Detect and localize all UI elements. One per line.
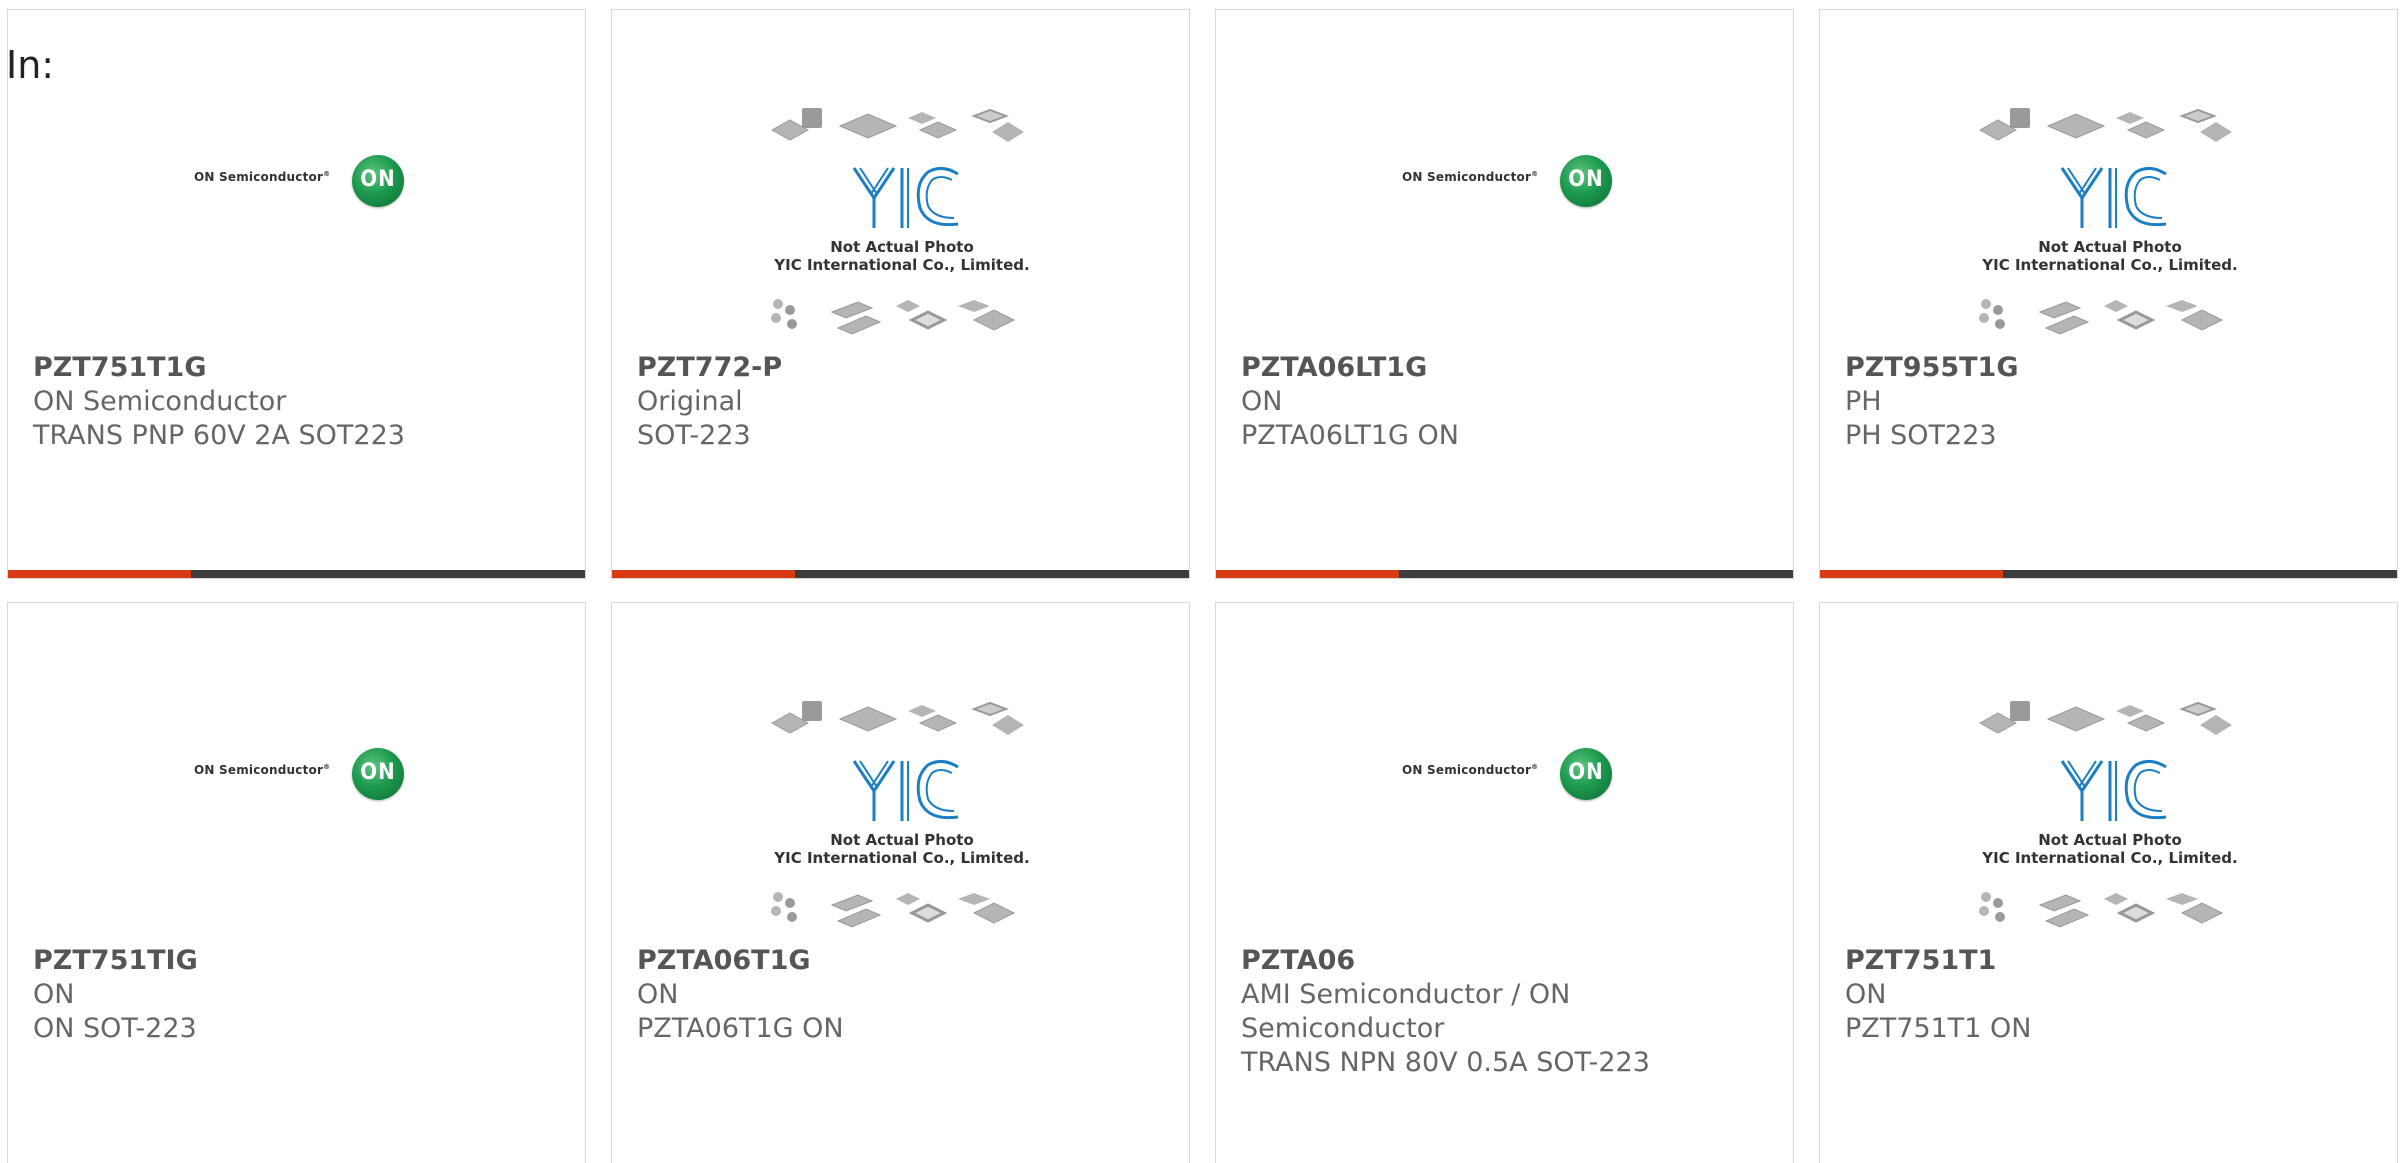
yic-logo-icon	[2060, 760, 2167, 821]
product-info: PZTA06 AMI Semiconductor / ON Semiconduc…	[1241, 944, 1761, 1080]
product-brand: ON	[1845, 979, 1887, 1010]
filter-in-label: In:	[6, 43, 55, 87]
product-part-number[interactable]: PZTA06LT1G	[1241, 351, 1761, 385]
product-description: PZT751T1 ON	[1845, 1013, 2032, 1044]
product-part-number[interactable]: PZTA06	[1241, 944, 1761, 978]
product-description: ON SOT-223	[33, 1013, 197, 1044]
product-image[interactable]: Not Actual Photo YIC International Co., L…	[1820, 10, 2397, 350]
card-bottom-bar	[1820, 570, 2397, 578]
product-card[interactable]: Not Actual Photo YIC International Co., L…	[611, 602, 1190, 1163]
product-brand: ON	[1241, 386, 1283, 417]
on-logo-badge: ON	[352, 155, 404, 207]
yic-placeholder-image: Not Actual Photo YIC International Co., L…	[762, 693, 1042, 933]
product-image[interactable]: ON Semiconductor® ON	[8, 603, 585, 943]
product-part-number[interactable]: PZT772-P	[637, 351, 1157, 385]
product-brand: Original	[637, 386, 743, 417]
yic-placeholder-image: Not Actual Photo YIC International Co., L…	[762, 100, 1042, 340]
product-description: PZTA06T1G ON	[637, 1013, 844, 1044]
page: In: ON Semiconductor® ON PZT751T1G ON Se…	[0, 0, 2400, 1163]
product-info: PZTA06LT1G ON PZTA06LT1G ON	[1241, 351, 1761, 453]
yic-caption: Not Actual Photo YIC International Co., L…	[1982, 238, 2238, 274]
product-info: PZT955T1G PH PH SOT223	[1845, 351, 2365, 453]
product-card[interactable]: ON Semiconductor® ON PZTA06LT1G ON PZTA0…	[1215, 9, 1794, 579]
product-image[interactable]: Not Actual Photo YIC International Co., L…	[612, 10, 1189, 350]
product-description: TRANS PNP 60V 2A SOT223	[33, 420, 405, 451]
ic-chips-icon	[1978, 108, 2232, 335]
card-accent-bar	[1216, 570, 1399, 578]
product-part-number[interactable]: PZT751T1	[1845, 944, 2365, 978]
yic-logo-icon	[2060, 167, 2167, 228]
card-bottom-bar	[8, 570, 585, 578]
on-semiconductor-logo-text: ON Semiconductor®	[194, 170, 331, 184]
product-info: PZT751T1G ON Semiconductor TRANS PNP 60V…	[33, 351, 553, 453]
yic-placeholder-image: Not Actual Photo YIC International Co., L…	[1970, 693, 2250, 933]
product-info: PZT751T1 ON PZT751T1 ON	[1845, 944, 2365, 1046]
product-card[interactable]: Not Actual Photo YIC International Co., L…	[1819, 602, 2398, 1163]
product-image[interactable]: ON Semiconductor® ON	[8, 10, 585, 350]
on-semiconductor-logo: ON Semiconductor® ON	[194, 746, 414, 802]
ic-chips-icon	[770, 701, 1024, 928]
product-brand: PH	[1845, 386, 1882, 417]
product-image[interactable]: Not Actual Photo YIC International Co., L…	[1820, 603, 2397, 943]
on-logo-badge: ON	[1560, 155, 1612, 207]
product-card[interactable]: ON Semiconductor® ON PZT751TIG ON ON SOT…	[7, 602, 586, 1163]
product-info: PZT772-P Original SOT-223	[637, 351, 1157, 453]
product-image[interactable]: ON Semiconductor® ON	[1216, 10, 1793, 350]
on-semiconductor-logo-text: ON Semiconductor®	[1402, 763, 1539, 777]
product-brand: ON	[33, 979, 75, 1010]
card-accent-bar	[612, 570, 795, 578]
on-semiconductor-logo: ON Semiconductor® ON	[194, 153, 414, 209]
yic-caption: Not Actual Photo YIC International Co., L…	[774, 831, 1030, 867]
product-part-number[interactable]: PZT751T1G	[33, 351, 553, 385]
product-brand: ON	[637, 979, 679, 1010]
yic-placeholder-image: Not Actual Photo YIC International Co., L…	[1970, 100, 2250, 340]
product-description: TRANS NPN 80V 0.5A SOT-223	[1241, 1047, 1650, 1078]
product-card[interactable]: Not Actual Photo YIC International Co., L…	[611, 9, 1190, 579]
product-info: PZTA06T1G ON PZTA06T1G ON	[637, 944, 1157, 1046]
yic-caption: Not Actual Photo YIC International Co., L…	[774, 238, 1030, 274]
on-semiconductor-logo: ON Semiconductor® ON	[1402, 746, 1622, 802]
product-card[interactable]: ON Semiconductor® ON PZT751T1G ON Semico…	[7, 9, 586, 579]
ic-chips-icon	[1978, 701, 2232, 928]
on-logo-badge: ON	[1560, 748, 1612, 800]
on-semiconductor-logo-text: ON Semiconductor®	[1402, 170, 1539, 184]
product-description: PZTA06LT1G ON	[1241, 420, 1459, 451]
product-description: PH SOT223	[1845, 420, 1997, 451]
product-card[interactable]: Not Actual Photo YIC International Co., L…	[1819, 9, 2398, 579]
on-logo-badge: ON	[352, 748, 404, 800]
product-description: SOT-223	[637, 420, 751, 451]
yic-logo-icon	[852, 167, 959, 228]
product-part-number[interactable]: PZT751TIG	[33, 944, 553, 978]
product-part-number[interactable]: PZT955T1G	[1845, 351, 2365, 385]
card-bottom-bar	[1216, 570, 1793, 578]
product-part-number[interactable]: PZTA06T1G	[637, 944, 1157, 978]
product-brand: AMI Semiconductor / ON Semiconductor	[1241, 979, 1571, 1044]
product-grid: ON Semiconductor® ON PZT751T1G ON Semico…	[7, 9, 2398, 1163]
on-semiconductor-logo: ON Semiconductor® ON	[1402, 153, 1622, 209]
ic-chips-icon	[770, 108, 1024, 335]
product-brand: ON Semiconductor	[33, 386, 287, 417]
on-semiconductor-logo-text: ON Semiconductor®	[194, 763, 331, 777]
card-accent-bar	[8, 570, 191, 578]
product-image[interactable]: ON Semiconductor® ON	[1216, 603, 1793, 943]
yic-caption: Not Actual Photo YIC International Co., L…	[1982, 831, 2238, 867]
card-bottom-bar	[612, 570, 1189, 578]
product-card[interactable]: ON Semiconductor® ON PZTA06 AMI Semicond…	[1215, 602, 1794, 1163]
product-image[interactable]: Not Actual Photo YIC International Co., L…	[612, 603, 1189, 943]
yic-logo-icon	[852, 760, 959, 821]
product-info: PZT751TIG ON ON SOT-223	[33, 944, 553, 1046]
card-accent-bar	[1820, 570, 2003, 578]
